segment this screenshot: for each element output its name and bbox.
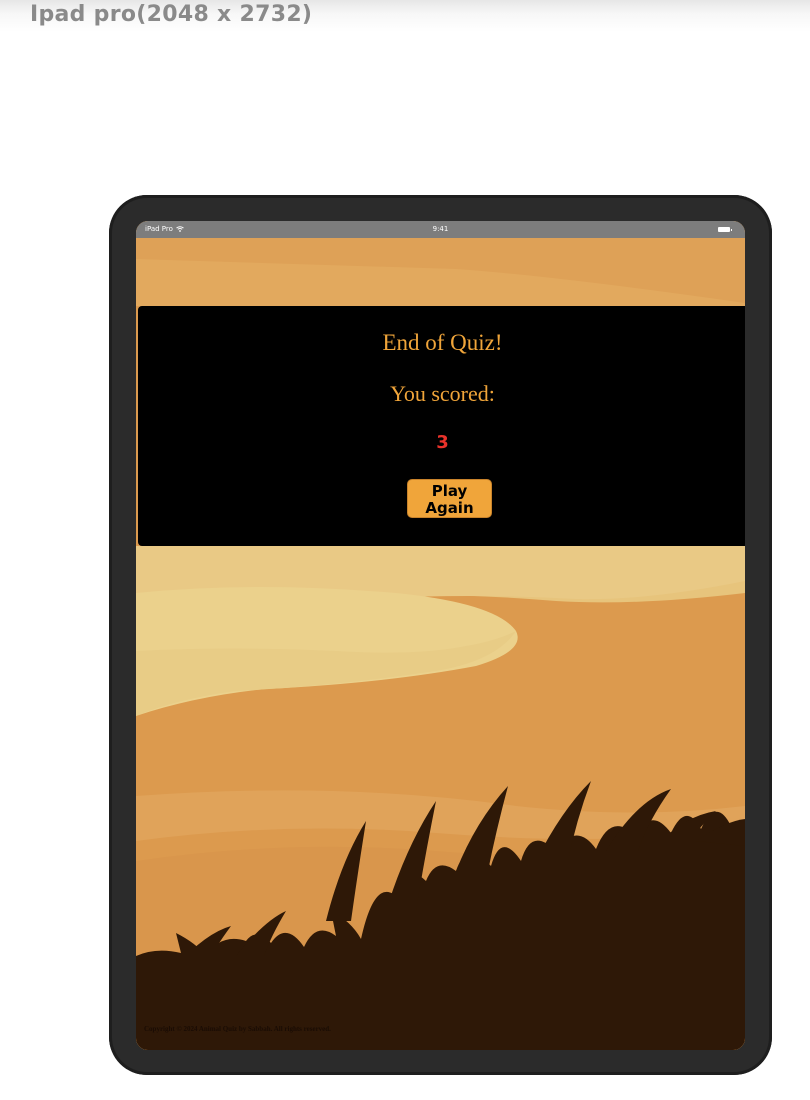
battery-icon (718, 227, 732, 232)
quiz-title: End of Quiz! (382, 330, 503, 355)
status-time: 9:41 (432, 225, 449, 233)
score-label: You scored: (390, 381, 495, 406)
tablet-screen: iPad Pro 9:41 End of Quiz! You scored: 3… (136, 221, 745, 1050)
status-bar: iPad Pro 9:41 (136, 221, 745, 238)
play-again-button[interactable]: Play Again (407, 479, 492, 518)
play-again-label-line2: Again (425, 498, 474, 517)
play-again-label-line1: Play (431, 481, 468, 500)
copyright-text: Copyright © 2024 Animal Quiz by Sabbah. … (144, 1025, 331, 1033)
device-label: Ipad pro(2048 x 2732) (30, 2, 313, 27)
score-value: 3 (436, 432, 449, 453)
quiz-result-panel: End of Quiz! You scored: 3 Play Again (138, 306, 745, 546)
